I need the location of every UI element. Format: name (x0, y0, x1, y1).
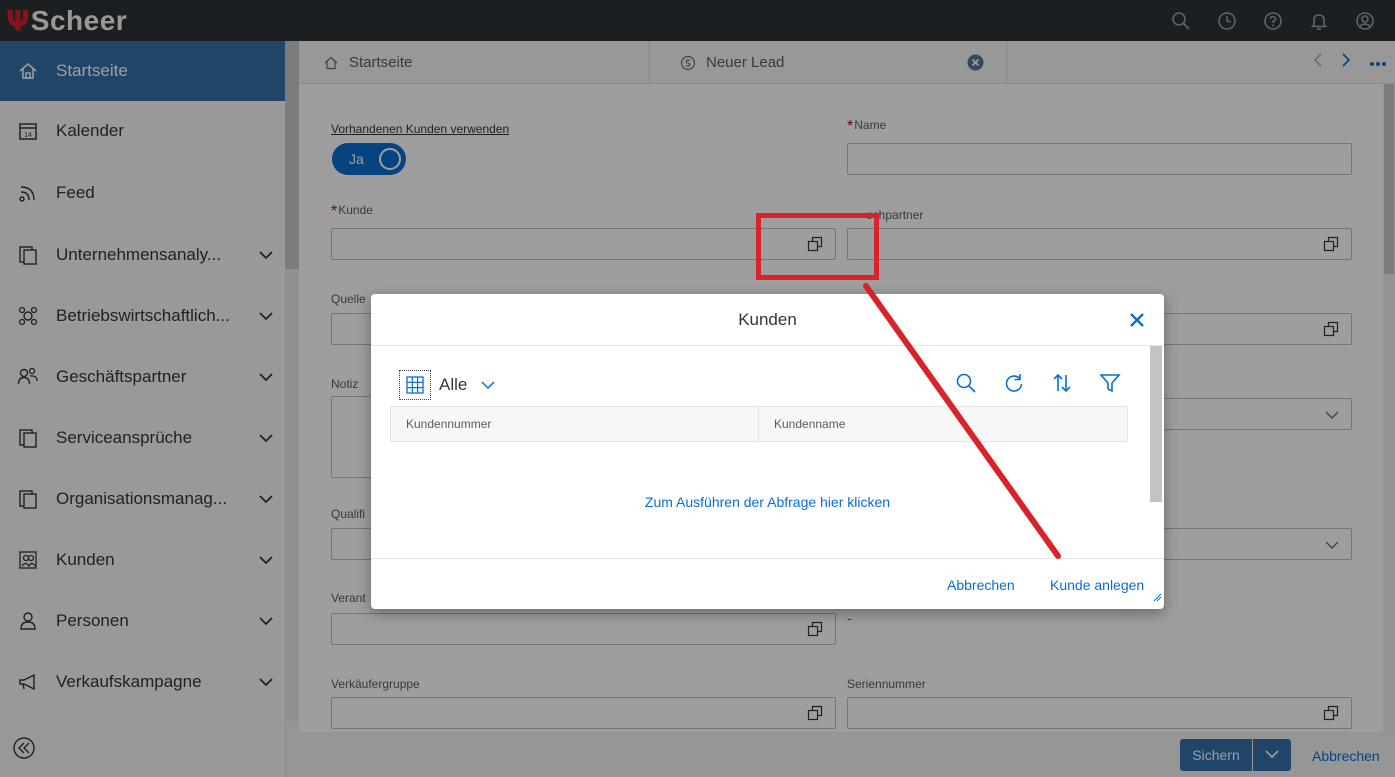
annotation-pointer-line (863, 283, 1061, 559)
